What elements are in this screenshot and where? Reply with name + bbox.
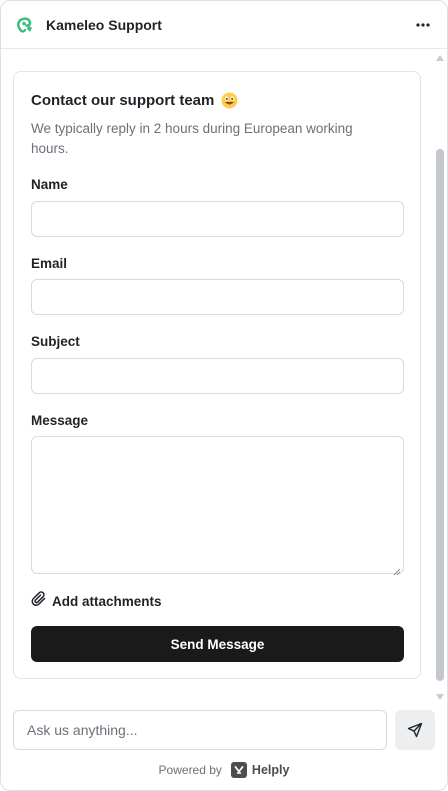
subject-label: Subject <box>31 334 80 349</box>
email-label: Email <box>31 256 68 271</box>
helply-brand-link[interactable]: Helply <box>252 763 290 777</box>
paperclip-icon <box>31 591 47 612</box>
name-label: Name <box>31 177 68 192</box>
more-horizontal-icon <box>416 22 430 27</box>
powered-by-text: Powered by <box>158 763 222 777</box>
helply-logo-icon <box>230 762 247 778</box>
powered-by-footer: Powered by Helply <box>1 762 447 778</box>
message-field[interactable] <box>31 436 404 576</box>
kameleo-logo-icon <box>15 14 37 36</box>
name-field[interactable] <box>31 201 404 237</box>
scroll-down-arrow-icon[interactable] <box>436 694 444 700</box>
more-options-button[interactable] <box>413 15 433 35</box>
add-attachments-button[interactable]: Add attachments <box>31 591 162 612</box>
email-field[interactable] <box>31 279 404 315</box>
form-title-text: Contact our support team <box>31 92 215 109</box>
scroll-up-arrow-icon[interactable] <box>436 55 444 61</box>
contact-form-card: Contact our support team We typically re… <box>13 71 421 679</box>
scroll-thumb[interactable] <box>436 149 444 681</box>
paper-plane-icon <box>407 722 423 738</box>
form-scroll-area[interactable]: Contact our support team We typically re… <box>1 50 447 700</box>
widget-header: Kameleo Support <box>1 1 447 49</box>
subject-field[interactable] <box>31 358 404 394</box>
scrollbar[interactable] <box>436 50 444 700</box>
resize-handle-icon[interactable] <box>393 563 401 576</box>
form-title: Contact our support team <box>31 92 238 109</box>
send-chat-button[interactable] <box>395 710 435 750</box>
send-message-button[interactable]: Send Message <box>31 626 404 662</box>
chat-input[interactable] <box>13 710 387 750</box>
support-widget: Kameleo Support Contact our support team <box>0 0 448 791</box>
form-subtitle: We typically reply in 2 hours during Eur… <box>31 121 353 156</box>
add-attachments-label: Add attachments <box>52 594 162 609</box>
message-label: Message <box>31 413 89 428</box>
grinning-face-with-tongue-emoji-icon <box>221 92 238 109</box>
app-title: Kameleo Support <box>46 16 162 33</box>
